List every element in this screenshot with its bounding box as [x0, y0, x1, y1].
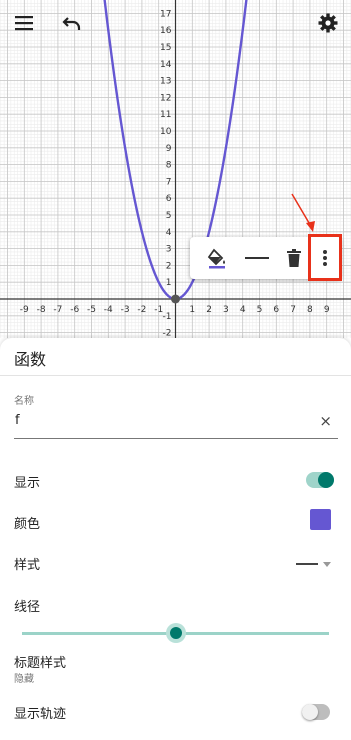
origin-point[interactable] [171, 294, 180, 304]
thickness-label: 线径 [14, 600, 41, 615]
x-tick-label: -5 [87, 305, 96, 315]
style-label: 样式 [14, 558, 41, 573]
trace-toggle-knob [302, 704, 318, 720]
x-tick-label: 6 [273, 305, 279, 315]
x-tick-label: -6 [70, 305, 79, 315]
x-tick-label: -4 [104, 305, 113, 315]
annotation-arrow [291, 193, 315, 232]
x-tick-label: 8 [307, 305, 313, 315]
x-tick-label: 4 [240, 305, 246, 315]
name-field[interactable]: f × [14, 410, 338, 439]
x-tick-label: 7 [290, 305, 296, 315]
panel-divider [0, 375, 351, 376]
y-tick-label: 4 [166, 228, 172, 238]
y-tick-label: 3 [166, 245, 172, 255]
hamburger-menu-icon[interactable] [15, 15, 33, 31]
caption-style-value[interactable]: 隐藏 [14, 670, 34, 685]
panel-title: 函数 [14, 350, 47, 369]
y-tick-label: 17 [160, 9, 171, 19]
y-tick-label: 15 [160, 43, 171, 53]
name-field-label: 名称 [14, 396, 34, 407]
caption-style-label: 标题样式 [14, 656, 67, 671]
y-tick-label: 16 [160, 26, 172, 36]
trash-icon[interactable] [277, 237, 311, 279]
clear-icon[interactable]: × [319, 412, 332, 430]
object-style-toolbar [190, 237, 341, 279]
y-tick-label: 14 [160, 60, 172, 70]
y-tick-label: 1 [166, 278, 172, 288]
y-tick-label: 5 [166, 211, 172, 221]
thickness-slider[interactable] [22, 622, 329, 644]
x-tick-label: -2 [137, 305, 146, 315]
x-tick-label: -9 [20, 305, 29, 315]
undo-icon[interactable] [62, 14, 82, 32]
trace-toggle[interactable] [302, 704, 330, 720]
slider-thumb[interactable] [169, 627, 182, 639]
trace-label: 显示轨迹 [14, 707, 67, 722]
show-toggle-knob [318, 472, 334, 488]
show-label: 显示 [14, 476, 41, 491]
name-field-value[interactable]: f [15, 413, 20, 428]
x-tick-label: 2 [206, 305, 212, 315]
gear-icon[interactable] [318, 13, 338, 33]
more-vert-icon[interactable] [308, 237, 342, 279]
y-tick-label: 9 [166, 144, 172, 154]
show-toggle[interactable] [306, 472, 334, 488]
line-style-dropdown[interactable] [296, 556, 334, 568]
y-tick-label: 11 [160, 110, 171, 120]
line-style-icon[interactable] [240, 237, 274, 279]
y-tick-label: 7 [166, 177, 172, 187]
y-tick-label: 6 [166, 194, 172, 204]
x-tick-label: 3 [223, 305, 229, 315]
graph-canvas[interactable]: -9 -8 -7 -6 -5 -4 -3 -2 -1 1 2 3 4 5 6 7 8 91234567891011… [0, 0, 351, 338]
x-tick-label: 1 [189, 305, 195, 315]
paint-bucket-icon[interactable] [200, 237, 234, 279]
x-tick-label: -8 [37, 305, 46, 315]
x-tick-label: -3 [121, 305, 130, 315]
y-tick-label: 2 [166, 261, 172, 271]
y-tick-label: -2 [163, 329, 172, 338]
x-tick-label: 9 [324, 305, 330, 315]
y-tick-label: -1 [163, 312, 172, 322]
x-tick-label: 5 [257, 305, 263, 315]
color-label: 颜色 [14, 517, 41, 532]
x-tick-label: -7 [53, 305, 62, 315]
y-tick-label: 10 [160, 127, 172, 137]
y-tick-label: 12 [160, 93, 171, 103]
function-settings-panel: 函数 名称 f × 显示 颜色 样式 线径 标题样式 隐藏 显示轨迹 [0, 338, 351, 740]
y-tick-label: 8 [166, 161, 172, 171]
y-tick-label: 13 [160, 77, 171, 87]
color-swatch[interactable] [310, 509, 331, 530]
